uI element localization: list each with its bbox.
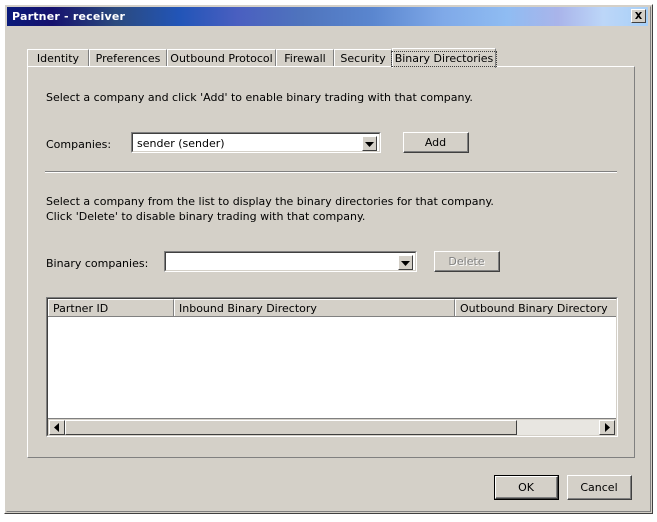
ok-button[interactable]: OK [494,475,559,500]
binary-companies-combobox-inner [165,252,416,271]
companies-label: Companies: [46,138,112,151]
tab-firewall-label: Firewall [284,52,326,65]
cancel-button[interactable]: Cancel [567,475,632,500]
binary-directories-table-inner: Partner ID Inbound Binary Directory Outb… [47,298,617,436]
scrollbar-thumb[interactable] [65,420,517,435]
binary-companies-dropdown-button[interactable] [398,255,413,270]
add-button-label: Add [404,133,468,152]
delete-button[interactable]: Delete [434,251,500,272]
chevron-down-icon [401,260,410,266]
tab-identity-label: Identity [36,52,80,65]
companies-combobox-value: sender (sender) [137,137,225,150]
companies-combobox-inner: sender (sender) [132,133,380,152]
scroll-left-button[interactable] [49,420,65,435]
triangle-right-icon [604,423,610,432]
companies-dropdown-button[interactable] [362,136,377,151]
tab-outbound-protocol-label: Outbound Protocol [170,52,273,65]
tab-binary-directories[interactable]: Binary Directories [390,48,498,68]
delete-section-hint-line1: Select a company from the list to displa… [46,195,494,208]
tab-strip: Identity Preferences Outbound Protocol F… [27,48,635,68]
delete-section-hint-line2: Click 'Delete' to disable binary trading… [46,210,366,223]
screen: Partner - receiver Identity Preferences … [0,0,657,522]
close-button[interactable] [631,9,646,23]
scroll-right-button[interactable] [599,420,615,435]
window-title: Partner - receiver [12,10,126,23]
section-separator [45,171,617,173]
tab-outbound-protocol[interactable]: Outbound Protocol [167,49,276,67]
cancel-button-label: Cancel [568,476,631,499]
ok-button-label: OK [496,477,557,498]
tab-binary-directories-label: Binary Directories [390,50,498,67]
add-section-hint: Select a company and click 'Add' to enab… [46,91,473,104]
close-x-icon [634,12,643,20]
table-header-row: Partner ID Inbound Binary Directory Outb… [48,299,616,317]
add-button[interactable]: Add [403,132,469,153]
ok-button-bevel: OK [495,476,558,499]
triangle-left-icon [54,423,60,432]
dialog-window: Partner - receiver Identity Preferences … [4,4,653,514]
tab-firewall[interactable]: Firewall [276,49,334,67]
companies-combobox[interactable]: sender (sender) [131,132,381,153]
table-horizontal-scrollbar[interactable] [48,418,616,435]
binary-directories-table: Partner ID Inbound Binary Directory Outb… [46,297,618,437]
binary-companies-label: Binary companies: [46,257,149,270]
tab-preferences-label: Preferences [95,52,161,65]
column-header-partner-id[interactable]: Partner ID [48,299,174,316]
delete-button-label: Delete [435,252,499,271]
table-body[interactable] [48,317,616,418]
tab-panel-binary-directories: Select a company and click 'Add' to enab… [27,66,635,458]
tab-identity[interactable]: Identity [27,49,89,67]
tab-security-label: Security [340,52,386,65]
tab-preferences[interactable]: Preferences [89,49,167,67]
column-header-inbound-binary-directory[interactable]: Inbound Binary Directory [174,299,455,316]
column-header-outbound-binary-directory[interactable]: Outbound Binary Directory [455,299,616,316]
title-bar[interactable]: Partner - receiver [7,7,648,26]
binary-companies-combobox[interactable] [164,251,417,272]
chevron-down-icon [365,141,374,147]
tab-security[interactable]: Security [334,49,392,67]
